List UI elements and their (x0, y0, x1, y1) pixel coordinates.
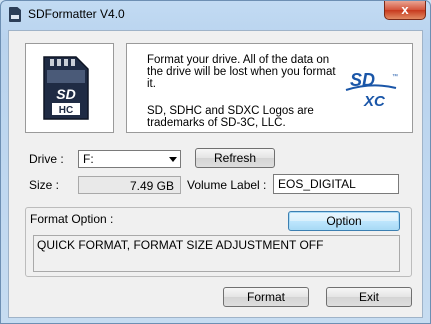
format-warning-text: Format your drive. All of the data on th… (147, 54, 336, 90)
svg-text:™: ™ (392, 73, 398, 80)
format-option-summary: QUICK FORMAT, FORMAT SIZE ADJUSTMENT OFF (33, 235, 400, 272)
volume-value: EOS_DIGITAL (278, 177, 356, 191)
format-option-summary-text: QUICK FORMAT, FORMAT SIZE ADJUSTMENT OFF (37, 238, 324, 252)
option-button[interactable]: Option (288, 211, 400, 231)
format-option-label: Format Option : (30, 212, 114, 226)
svg-text:SD: SD (56, 86, 75, 102)
size-label: Size : (29, 178, 60, 192)
svg-text:XC: XC (363, 93, 386, 110)
format-button[interactable]: Format (223, 287, 309, 307)
info-panel: Format your drive. All of the data on th… (126, 43, 413, 133)
chevron-down-icon (169, 157, 177, 162)
svg-text:HC: HC (59, 105, 73, 116)
dialog-body: SD HC Format your drive. All of the data… (8, 30, 423, 318)
size-value: 7.49 GB (129, 179, 174, 193)
drive-label: Drive : (29, 152, 64, 166)
volume-label: Volume Label : (187, 178, 267, 192)
trademark-text: SD, SDHC and SDXC Logos are trademarks o… (147, 105, 314, 129)
app-window: SDFormatter V4.0 x SD HC Format your dri… (0, 0, 431, 324)
volume-label-input[interactable]: EOS_DIGITAL (273, 174, 399, 194)
size-field: 7.49 GB (78, 176, 181, 194)
refresh-button[interactable]: Refresh (195, 148, 275, 168)
sdhc-logo-panel: SD HC (25, 43, 114, 133)
sdxc-logo-icon: SD XC ™ (345, 70, 398, 110)
format-option-group: Format Option : Option QUICK FORMAT, FOR… (25, 207, 412, 277)
title-bar[interactable]: SDFormatter V4.0 x (1, 1, 430, 29)
drive-value: F: (83, 152, 94, 166)
close-button[interactable]: x (384, 1, 426, 20)
sd-card-icon: SD HC (43, 56, 89, 120)
drive-select[interactable]: F: (78, 150, 181, 168)
exit-button[interactable]: Exit (326, 287, 412, 307)
window-title: SDFormatter V4.0 (28, 7, 125, 21)
sd-card-app-icon (9, 7, 21, 22)
